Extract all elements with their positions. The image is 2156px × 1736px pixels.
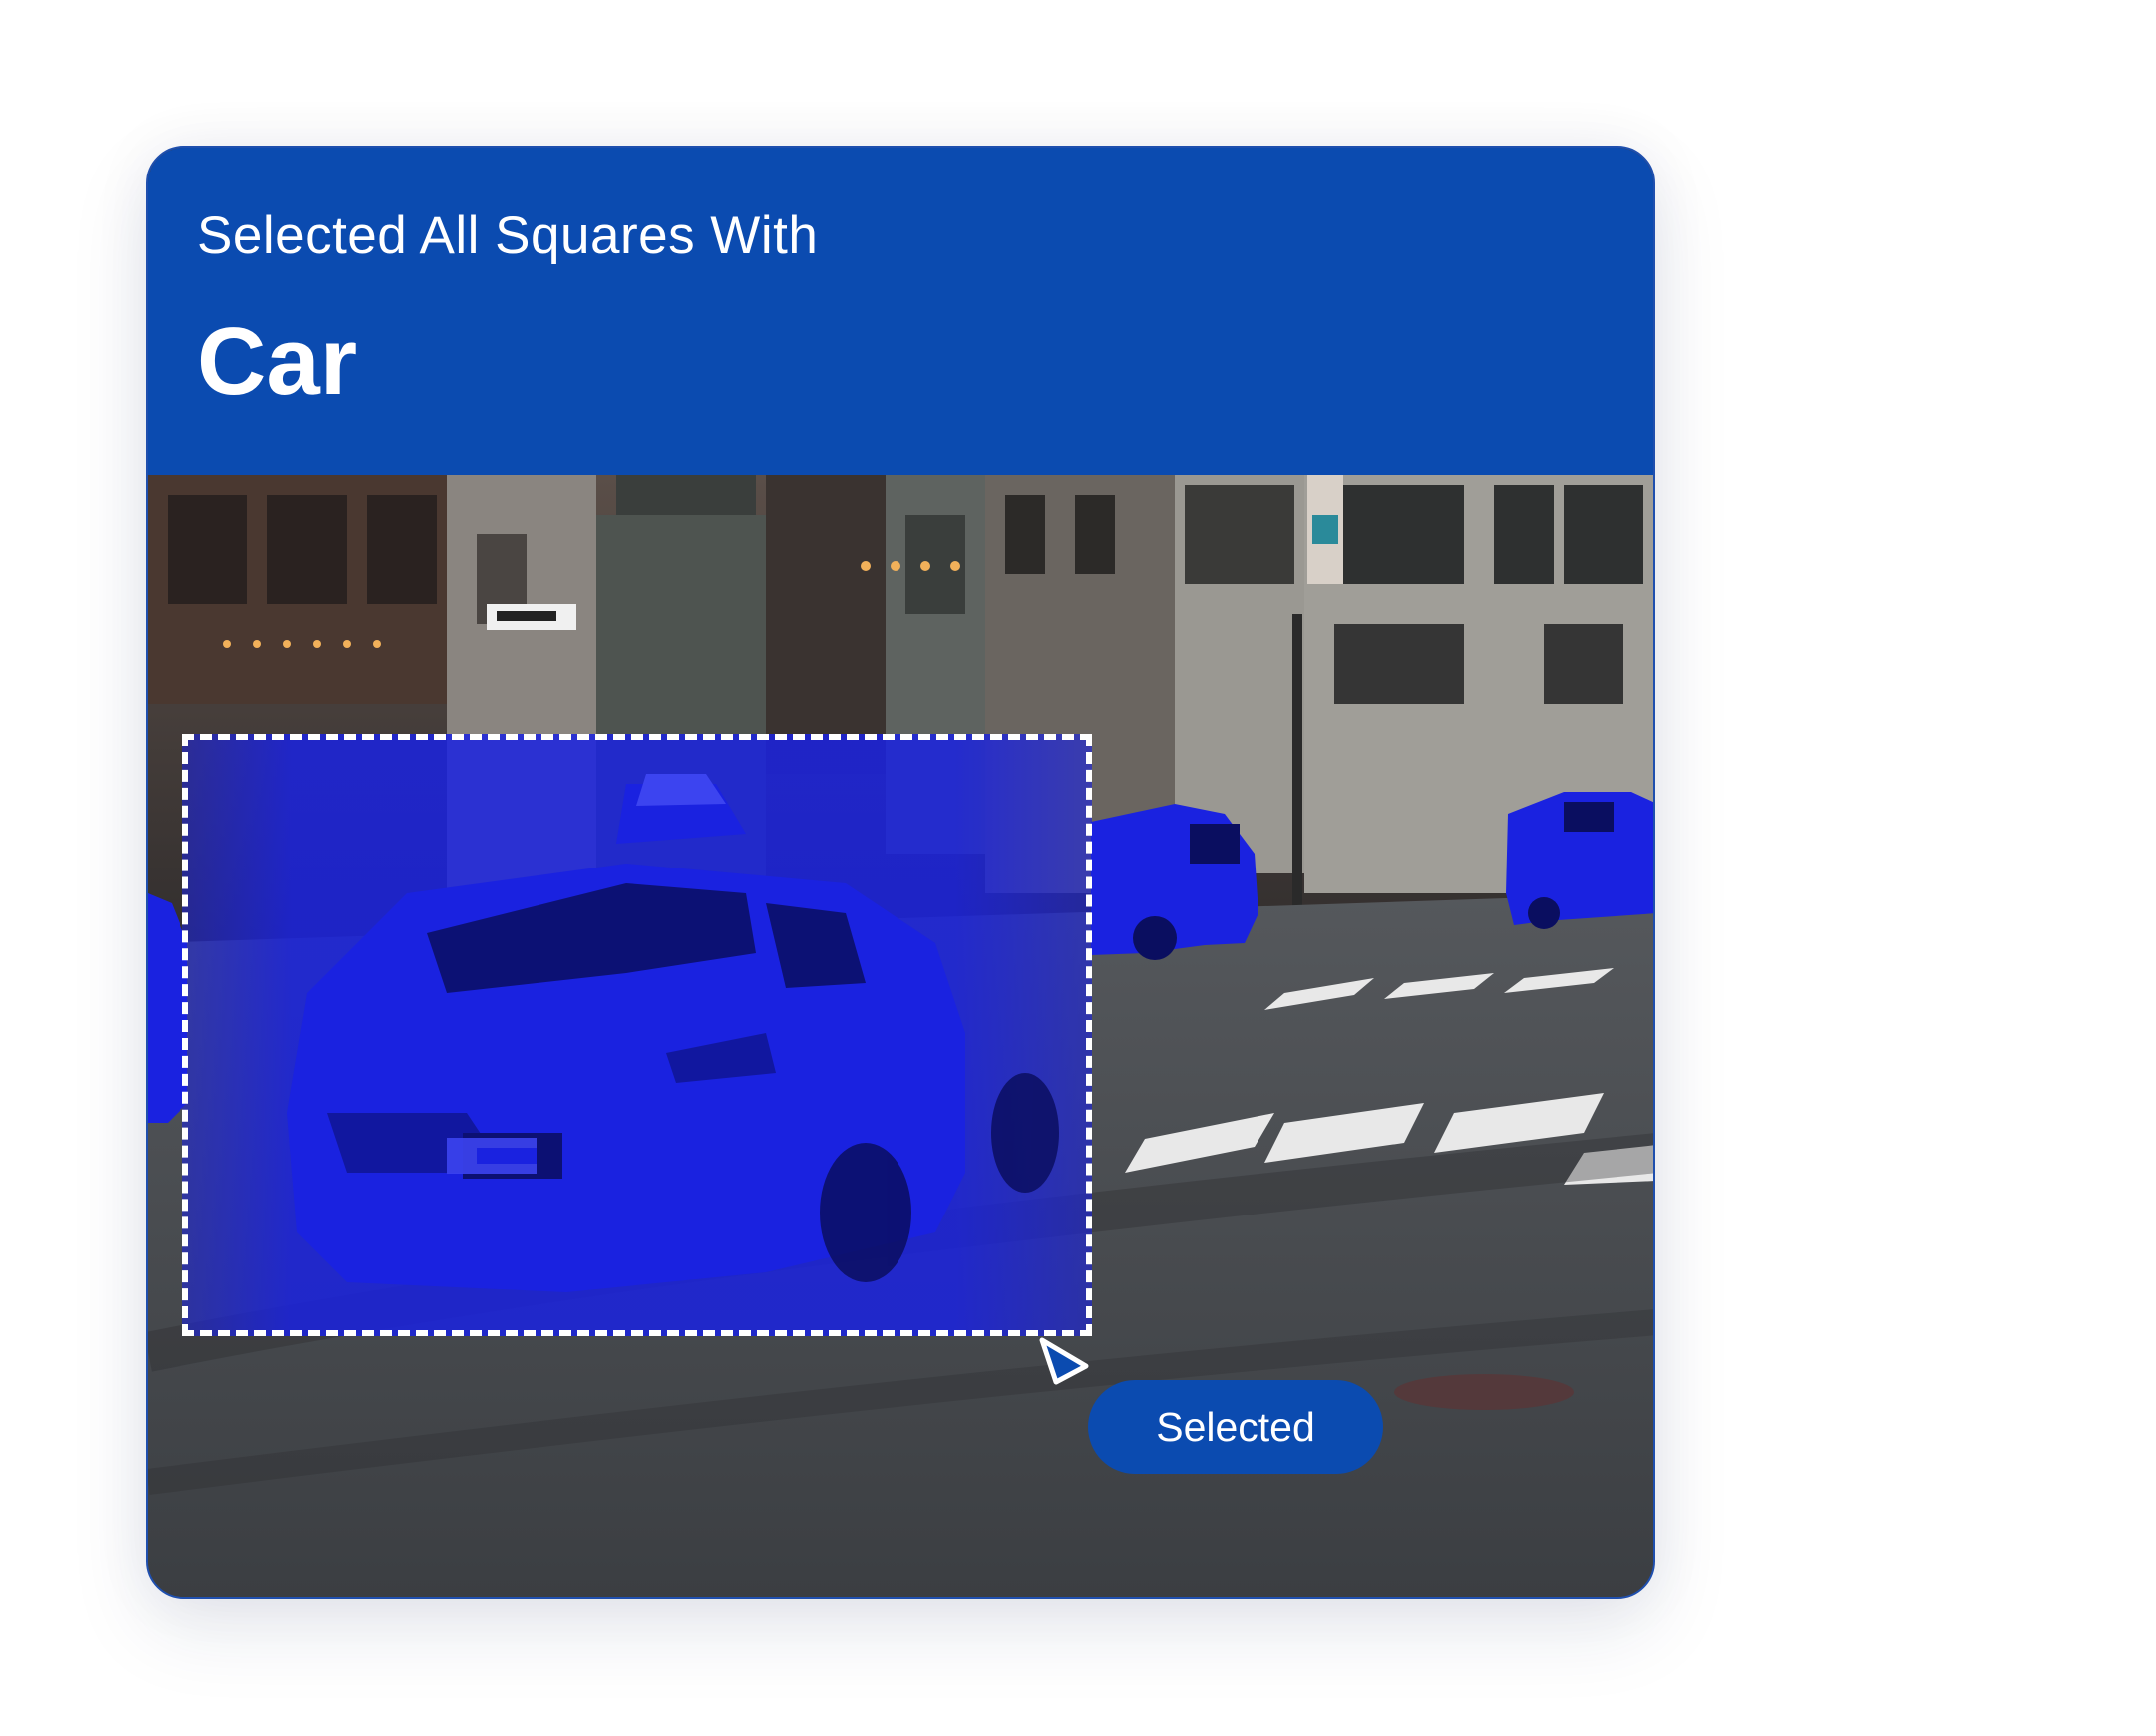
target-object-label: Car [197, 308, 358, 415]
selected-button[interactable]: Selected [1088, 1380, 1383, 1474]
cursor-pointer-icon [1039, 1337, 1089, 1385]
instruction-text: Selected All Squares With [197, 206, 819, 265]
captcha-card: Selected All Squares With Car [146, 146, 1655, 1599]
captcha-header: Selected All Squares With Car [148, 148, 1653, 475]
selection-box[interactable] [182, 734, 1092, 1336]
